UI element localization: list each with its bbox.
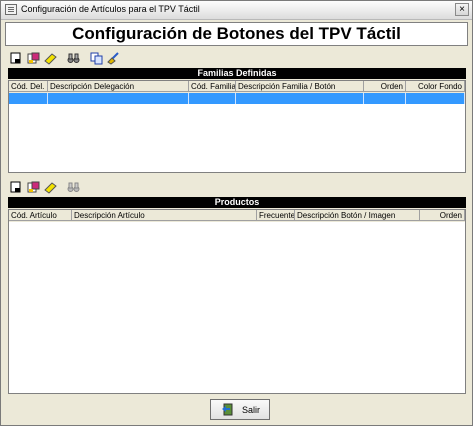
title-bar[interactable]: Configuración de Artículos para el TPV T…: [1, 1, 472, 20]
familias-grid-head: Cód. Del. Descripción Delegación Cód. Fa…: [9, 81, 465, 93]
col-desc-familia[interactable]: Descripción Familia / Botón: [236, 81, 364, 92]
col-cod-articulo[interactable]: Cód. Artículo: [9, 210, 72, 221]
new-button[interactable]: [8, 50, 24, 66]
eraser-icon: [43, 52, 57, 65]
col-cod-familia[interactable]: Cód. Familia: [189, 81, 236, 92]
find-button[interactable]: [65, 50, 81, 66]
window-title: Configuración de Artículos para el TPV T…: [21, 4, 200, 14]
clear-button[interactable]: [105, 50, 121, 66]
main-window: Configuración de Artículos para el TPV T…: [0, 0, 473, 426]
salir-button[interactable]: Salir: [210, 399, 270, 420]
col-orden[interactable]: Orden: [364, 81, 406, 92]
close-button[interactable]: ×: [455, 3, 469, 16]
productos-grid-head: Cód. Artículo Descripción Artículo Frecu…: [9, 210, 465, 222]
heading-box: Configuración de Botones del TPV Táctil: [5, 22, 468, 46]
col-color-fondo[interactable]: Color Fondo: [406, 81, 465, 92]
copy-icon: [90, 52, 102, 64]
eraser-icon: [43, 181, 57, 194]
eraser-producto-button[interactable]: [42, 179, 58, 195]
cell[interactable]: [48, 93, 189, 104]
col-frecuente[interactable]: Frecuente: [257, 210, 295, 221]
new-icon: [10, 181, 21, 193]
page-title: Configuración de Botones del TPV Táctil: [72, 24, 401, 43]
eraser-button[interactable]: [42, 50, 58, 66]
col-desc-delegacion[interactable]: Descripción Delegación: [48, 81, 189, 92]
copy-button[interactable]: [88, 50, 104, 66]
cell[interactable]: [9, 93, 48, 104]
new-icon: [10, 52, 21, 64]
properties-button[interactable]: [25, 50, 41, 66]
binoculars-icon: [67, 53, 79, 63]
familias-toolbar: [8, 50, 121, 67]
productos-toolbar: [8, 179, 81, 196]
familias-grid[interactable]: Cód. Del. Descripción Delegación Cód. Fa…: [8, 80, 466, 173]
productos-header: Productos: [8, 197, 466, 208]
cell[interactable]: [236, 93, 364, 104]
new-producto-button[interactable]: [8, 179, 24, 195]
broom-icon: [106, 51, 119, 65]
table-row[interactable]: [9, 93, 465, 104]
cell[interactable]: [189, 93, 236, 104]
col-desc-articulo[interactable]: Descripción Artículo: [72, 210, 257, 221]
productos-grid[interactable]: Cód. Artículo Descripción Artículo Frecu…: [8, 209, 466, 394]
properties-producto-button[interactable]: [25, 179, 41, 195]
properties-icon: [27, 52, 39, 63]
col-orden-productos[interactable]: Orden: [420, 210, 465, 221]
exit-icon: [222, 403, 233, 416]
properties-icon: [27, 181, 39, 192]
binoculars-icon: [67, 182, 79, 192]
col-cod-del[interactable]: Cód. Del.: [9, 81, 48, 92]
salir-label: Salir: [242, 405, 261, 415]
cell[interactable]: [364, 93, 406, 104]
find-producto-button[interactable]: [65, 179, 81, 195]
cell[interactable]: [406, 93, 465, 104]
familias-header: Familias Definidas: [8, 68, 466, 79]
col-desc-boton-imagen[interactable]: Descripción Botón / Imagen: [295, 210, 420, 221]
app-icon: [5, 4, 17, 15]
